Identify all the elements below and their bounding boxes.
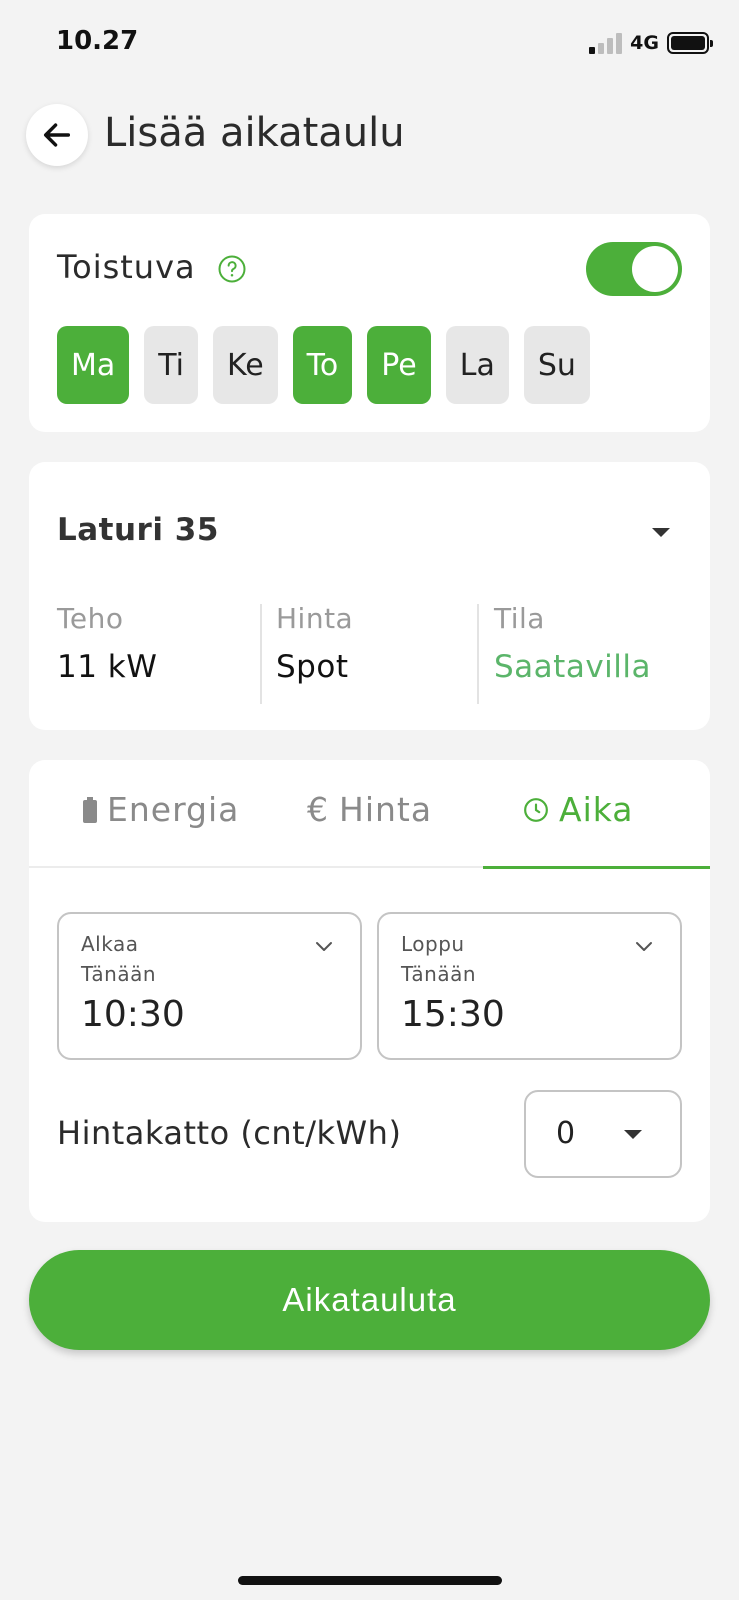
stat-price: Hinta Spot [276, 602, 353, 702]
stat-value: Spot [276, 649, 349, 685]
charger-select[interactable]: Laturi 35 [57, 512, 219, 548]
clock-icon [524, 797, 548, 822]
stat-value: 11 kW [57, 649, 158, 685]
end-day: Tänään [401, 962, 477, 986]
battery-icon [83, 796, 97, 823]
stat-label: Teho [57, 602, 124, 635]
stat-status: Tila Saatavilla [494, 602, 651, 702]
network-type: 4G [630, 32, 659, 54]
day-chip-friday[interactable]: Pe [367, 326, 431, 404]
end-label: Loppu [401, 932, 465, 956]
tab-energy[interactable]: Energia [83, 790, 239, 829]
day-chip-sunday[interactable]: Su [523, 326, 590, 404]
battery-icon [667, 32, 713, 54]
weekday-selector: Ma Ti Ke To Pe La Su [57, 326, 590, 404]
signal-icon [589, 32, 623, 54]
recurrence-toggle[interactable] [586, 242, 682, 296]
day-chip-tuesday[interactable]: Ti [144, 326, 199, 404]
arrow-left-icon [43, 123, 71, 147]
home-indicator[interactable] [238, 1576, 502, 1585]
tab-price[interactable]: € Hinta [307, 790, 432, 829]
tab-label: Hinta [339, 790, 433, 829]
caret-down-icon[interactable] [652, 528, 670, 537]
toggle-knob [632, 246, 678, 292]
recurrence-card: Toistuva Ma Ti Ke To Pe La Su [29, 214, 710, 432]
chevron-down-icon [636, 942, 652, 951]
price-cap-label: Hintakatto (cnt/kWh) [57, 1114, 402, 1152]
stat-power: Teho 11 kW [57, 602, 157, 702]
tab-label: Energia [107, 790, 240, 829]
page-title: Lisää aikataulu [104, 110, 405, 156]
day-chip-thursday[interactable]: To [292, 326, 353, 404]
schedule-mode-card: Energia € Hinta Aika Alkaa Tänään 10:30 … [29, 760, 710, 1222]
end-time: 15:30 [401, 994, 505, 1035]
end-time-picker[interactable]: Loppu Tänään 15:30 [377, 912, 682, 1060]
stat-label: Tila [494, 602, 545, 635]
divider [477, 604, 479, 704]
tab-label: Aika [559, 790, 634, 829]
back-button[interactable] [26, 104, 88, 166]
schedule-button[interactable]: Aikatauluta [29, 1250, 710, 1350]
tab-time[interactable]: Aika [523, 790, 634, 829]
status-value: Saatavilla [494, 649, 652, 685]
start-day: Tänään [81, 962, 157, 986]
start-time: 10:30 [81, 994, 185, 1035]
day-chip-wednesday[interactable]: Ke [213, 326, 278, 404]
status-time: 10.27 [56, 26, 139, 56]
active-tab-indicator [483, 866, 710, 869]
divider [260, 604, 262, 704]
status-indicators: 4G [589, 32, 713, 54]
price-cap-value: 0 [556, 1116, 576, 1151]
price-cap-select[interactable]: 0 [524, 1090, 682, 1178]
euro-icon: € [307, 790, 329, 829]
recurrence-label: Toistuva [57, 248, 196, 286]
charger-card: Laturi 35 Teho 11 kW Hinta Spot Tila Saa… [29, 462, 710, 730]
caret-down-icon [624, 1130, 642, 1139]
screen: 10.27 4G Lisää aikataulu Toistuva Ma Ti … [0, 0, 739, 1600]
start-label: Alkaa [81, 932, 139, 956]
start-time-picker[interactable]: Alkaa Tänään 10:30 [57, 912, 362, 1060]
question-circle-icon[interactable] [217, 254, 247, 284]
day-chip-saturday[interactable]: La [445, 326, 509, 404]
chevron-down-icon [316, 942, 332, 951]
stat-label: Hinta [276, 602, 354, 635]
day-chip-monday[interactable]: Ma [57, 326, 130, 404]
